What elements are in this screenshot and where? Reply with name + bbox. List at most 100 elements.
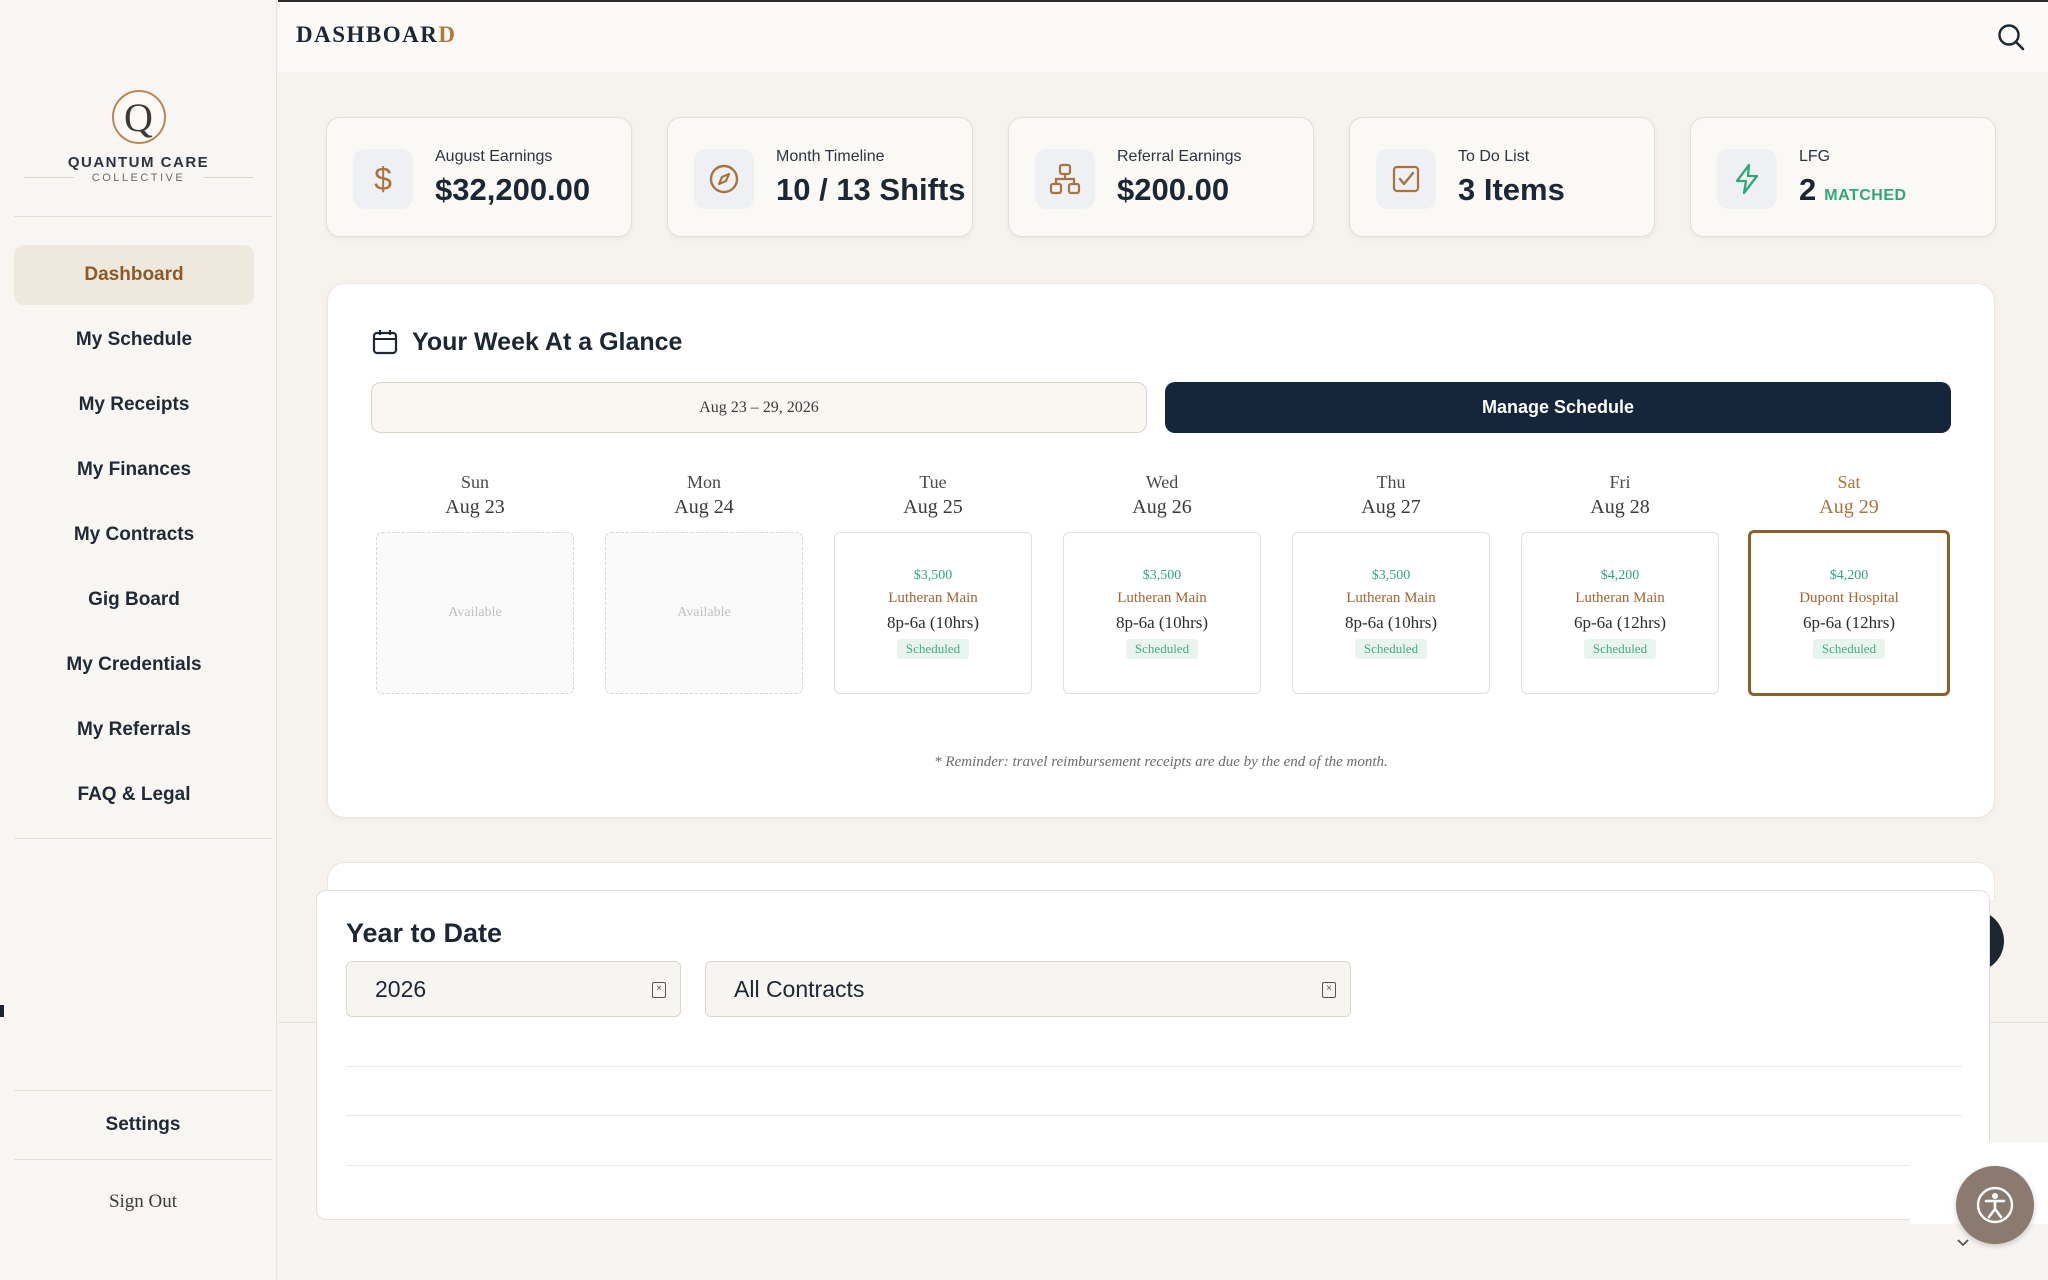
day-header-selected: Sat Aug 29	[1750, 472, 1948, 519]
stat-value: 2 MATCHED	[1799, 172, 1907, 208]
day-date: Aug 25	[903, 496, 963, 518]
availability-text: Available	[677, 605, 731, 620]
year-select-value: 2026	[375, 975, 427, 1002]
status-badge: Scheduled	[1354, 638, 1428, 659]
sidebar-item-my-contracts[interactable]: My Contracts	[14, 505, 254, 565]
sidebar-item-my-schedule[interactable]: My Schedule	[14, 310, 254, 370]
brand-name: QUANTUM CARE	[67, 154, 210, 171]
settings-button[interactable]: Settings	[14, 1090, 272, 1160]
shift-pay: $3,500	[913, 567, 953, 583]
contracts-select-value: All Contracts	[734, 975, 865, 1002]
day-header: Thu Aug 27	[1292, 472, 1490, 519]
reminder-note: * Reminder: travel reimbursement receipt…	[934, 754, 1388, 770]
day-date: Aug 24	[674, 496, 734, 518]
sidebar-item-dashboard[interactable]: Dashboard	[14, 245, 254, 305]
dollar-icon: $	[353, 149, 413, 209]
manage-schedule-button[interactable]: Manage Schedule	[1165, 382, 1951, 433]
accessibility-button[interactable]	[1956, 1166, 2034, 1244]
stat-label: Month Timeline	[776, 148, 885, 165]
stat-card-referral-earnings[interactable]: Referral Earnings $200.00	[1008, 117, 1314, 237]
chevron-down-icon[interactable]	[1954, 1234, 1972, 1252]
shift-pay: $4,200	[1600, 567, 1640, 583]
stat-value: $32,200.00	[435, 172, 591, 207]
page-title-last-letter: D	[438, 22, 457, 47]
day-header: Mon Aug 24	[605, 472, 803, 519]
status-badge: Scheduled	[1125, 638, 1199, 659]
week-at-a-glance-card: Your Week At a Glance Aug 23 – 29, 2026 …	[327, 283, 1995, 818]
stat-value-number: 2	[1799, 172, 1817, 207]
page-title: DASHBOARD	[296, 22, 456, 48]
shift-pay: $3,500	[1142, 567, 1182, 583]
sidebar-item-my-finances[interactable]: My Finances	[14, 440, 254, 500]
accessibility-icon	[1976, 1186, 2014, 1224]
shift-card[interactable]: $3,500 Lutheran Main 8p-6a (10hrs) Sched…	[834, 532, 1032, 694]
search-icon[interactable]	[1996, 22, 2026, 52]
shift-time: 6p-6a (12hrs)	[1802, 612, 1896, 632]
sidebar-item-my-referrals[interactable]: My Referrals	[14, 700, 254, 760]
year-select[interactable]: 2026 ×	[346, 961, 681, 1017]
shift-location: Dupont Hospital	[1799, 589, 1899, 606]
network-icon	[1035, 149, 1095, 209]
stat-label: LFG	[1799, 148, 1831, 165]
sidebar-item-my-credentials[interactable]: My Credentials	[14, 635, 254, 695]
stat-value: 3 Items	[1458, 172, 1565, 207]
status-badge: Scheduled	[1812, 638, 1886, 659]
day-header: Tue Aug 25	[834, 472, 1032, 519]
shift-card[interactable]: $3,500 Lutheran Main 8p-6a (10hrs) Sched…	[1063, 532, 1261, 694]
day-name: Tue	[919, 472, 947, 492]
year-to-date-card: Year to Date 2026 × All Contracts ×	[316, 890, 1990, 1220]
corner-mark	[0, 1005, 10, 1017]
shift-card-selected[interactable]: $4,200 Dupont Hospital 6p-6a (12hrs) Sch…	[1748, 530, 1950, 696]
shift-time: 8p-6a (10hrs)	[1344, 612, 1438, 632]
divider	[14, 216, 272, 217]
divider	[14, 838, 272, 839]
shift-location: Lutheran Main	[1346, 589, 1436, 606]
ytd-title: Year to Date	[346, 918, 503, 948]
sidebar-item-gig-board[interactable]: Gig Board	[14, 570, 254, 630]
day-date: Aug 27	[1361, 496, 1421, 518]
stat-card-lfg[interactable]: LFG 2 MATCHED	[1690, 117, 1996, 237]
matched-badge: MATCHED	[1824, 187, 1907, 204]
day-name: Wed	[1145, 472, 1179, 492]
brand-subtitle: COLLECTIVE	[91, 172, 186, 184]
shift-card[interactable]: $3,500 Lutheran Main 8p-6a (10hrs) Sched…	[1292, 532, 1490, 694]
sidebar-item-faq-legal[interactable]: FAQ & Legal	[14, 765, 254, 825]
calendar-icon	[372, 330, 398, 355]
day-name: Sun	[460, 472, 489, 492]
lightning-icon	[1717, 149, 1777, 209]
logo-mark: Q	[111, 90, 166, 144]
sign-out-button[interactable]: Sign Out	[14, 1172, 272, 1232]
sidebar-nav: Dashboard My Schedule My Receipts My Fin…	[14, 245, 254, 830]
week-title: Your Week At a Glance	[412, 328, 683, 356]
day-name: Sat	[1837, 472, 1861, 492]
shift-pay: $4,200	[1829, 567, 1869, 583]
table-row	[346, 1115, 1962, 1116]
dropdown-icon: ×	[652, 982, 666, 998]
day-name: Fri	[1609, 472, 1631, 492]
stat-card-month-timeline[interactable]: Month Timeline 10 / 13 Shifts	[667, 117, 973, 237]
date-range-picker[interactable]: Aug 23 – 29, 2026	[371, 382, 1147, 433]
divider	[204, 177, 254, 178]
shift-location: Lutheran Main	[1117, 589, 1207, 606]
stat-card-to-do-list[interactable]: To Do List 3 Items	[1349, 117, 1655, 237]
stat-label: Referral Earnings	[1117, 148, 1242, 165]
stat-card-august-earnings[interactable]: $ August Earnings $32,200.00	[326, 117, 632, 237]
shift-card[interactable]: $4,200 Lutheran Main 6p-6a (12hrs) Sched…	[1521, 532, 1719, 694]
dropdown-icon: ×	[1322, 982, 1336, 998]
status-badge: Scheduled	[896, 638, 970, 659]
day-date: Aug 28	[1590, 496, 1650, 518]
day-slot-available[interactable]: Available	[376, 532, 574, 694]
page-title-main: DASHBOAR	[296, 22, 439, 47]
day-slot-available[interactable]: Available	[605, 532, 803, 694]
top-header: DASHBOARD	[278, 0, 2048, 72]
shift-time: 8p-6a (10hrs)	[886, 612, 980, 632]
shift-location: Lutheran Main	[1575, 589, 1665, 606]
day-header: Wed Aug 26	[1063, 472, 1261, 519]
stat-value: $200.00	[1117, 172, 1230, 207]
sidebar-item-my-receipts[interactable]: My Receipts	[14, 375, 254, 435]
stat-label: To Do List	[1458, 148, 1530, 165]
table-row	[346, 1066, 1962, 1067]
contracts-select[interactable]: All Contracts ×	[705, 961, 1351, 1017]
brand-logo[interactable]: Q QUANTUM CARE COLLECTIVE	[0, 90, 277, 184]
day-header: Fri Aug 28	[1521, 472, 1719, 519]
